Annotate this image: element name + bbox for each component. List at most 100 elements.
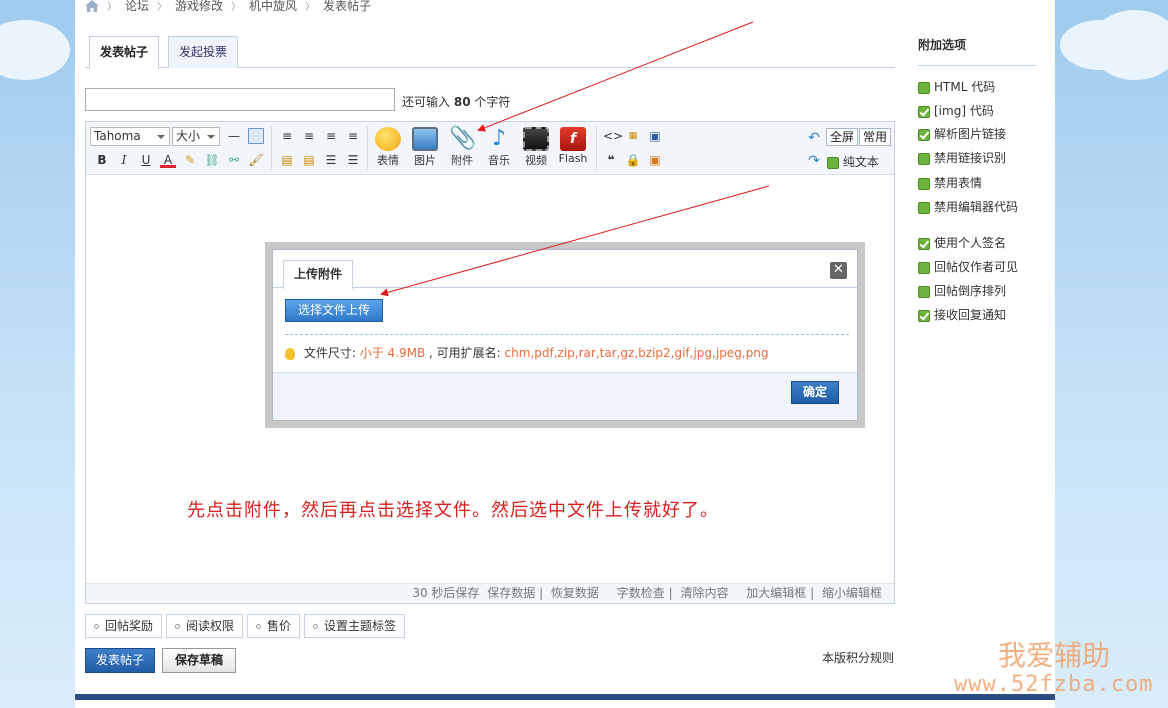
font-select-value: Tahoma [94, 129, 141, 143]
extra-options-sidebar: 附加选项 HTML 代码 [img] 代码 解析图片链接 禁用链接识别 禁用表情… [918, 38, 1036, 322]
highlight-icon[interactable]: ✎ [182, 152, 198, 168]
align-justify-icon[interactable]: ≡ [345, 128, 361, 144]
free-icon[interactable]: ▦ [625, 128, 641, 144]
option-reply-author-only[interactable]: 回帖仅作者可见 [918, 258, 1018, 275]
tab-upload-attachment[interactable]: 上传附件 [283, 260, 354, 289]
ext-value: chm,pdf,zip,rar,tar,gz,bzip2,gif,jpg,jpe… [504, 346, 769, 360]
read-permission-option[interactable]: 阅读权限 [166, 614, 244, 638]
option-reverse-replies[interactable]: 回帖倒序排列 [918, 282, 1006, 299]
table-icon[interactable] [248, 128, 264, 144]
unlink-icon[interactable]: ⚯ [226, 152, 242, 168]
bold-icon[interactable]: B [94, 152, 110, 168]
paperclip-icon: 📎 [449, 126, 477, 151]
option-label: 接收回复通知 [934, 308, 1007, 322]
size-label: 文件尺寸: [303, 346, 356, 360]
option-disable-editor-code[interactable]: 禁用编辑器代码 [918, 198, 1018, 215]
unordered-list-icon[interactable]: ☰ [345, 152, 361, 168]
flash-button[interactable]: f Flash [557, 127, 589, 165]
bullet-icon [313, 624, 319, 629]
emoticon-button[interactable]: 表情 [372, 127, 404, 168]
image-button[interactable]: 图片 [409, 127, 441, 168]
hide-icon[interactable]: 🔒 [625, 152, 641, 168]
music-button[interactable]: ♪ 音乐 [483, 127, 515, 168]
page-icon[interactable]: ▣ [647, 128, 663, 144]
post-options: 回帖奖励 阅读权限 售价 设置主题标签 [85, 614, 406, 638]
breadcrumb-item-current: 发表帖子 [323, 0, 372, 13]
breadcrumb: 〉 论坛 〉 游戏修改 〉 机中旋风 〉 发表帖子 [85, 0, 371, 14]
option-label: 售价 [267, 619, 292, 633]
quote-icon[interactable]: ❝ [603, 152, 619, 168]
pay-icon[interactable]: ▣ [647, 152, 663, 168]
plaintext-toggle[interactable]: 纯文本 [827, 153, 879, 170]
close-icon[interactable]: ✕ [830, 262, 847, 279]
option-disable-emoticons[interactable]: 禁用表情 [918, 174, 982, 191]
font-select[interactable]: Tahoma [90, 127, 170, 146]
option-img-code[interactable]: [img] 代码 [918, 102, 994, 119]
restore-data-link[interactable]: 恢复数据 [551, 586, 599, 600]
option-parse-image-links[interactable]: 解析图片链接 [918, 125, 1006, 142]
align-right-icon[interactable]: ≡ [323, 128, 339, 144]
enlarge-editor-link[interactable]: 加大编辑框 [746, 586, 806, 600]
shrink-editor-link[interactable]: 缩小编辑框 [822, 586, 882, 600]
clear-format-icon[interactable]: 🖌 [248, 152, 264, 168]
save-data-link[interactable]: 保存数据 [487, 586, 535, 600]
fullscreen-button[interactable]: 全屏 [826, 128, 859, 146]
option-label: [img] 代码 [934, 104, 994, 118]
italic-icon[interactable]: I [116, 152, 132, 168]
float-left-icon[interactable]: ▤ [279, 152, 295, 168]
breadcrumb-separator: 〉 [305, 2, 316, 13]
breadcrumb-separator: 〉 [231, 2, 242, 13]
ext-label: , 可用扩展名: [429, 346, 501, 360]
checkbox-icon [918, 201, 930, 214]
horizontal-rule-icon[interactable]: — [226, 128, 242, 144]
ordered-list-icon[interactable]: ☰ [323, 152, 339, 168]
clear-content-link[interactable]: 清除内容 [680, 586, 728, 600]
link-icon[interactable]: ⛓ [204, 152, 220, 168]
option-reply-notify[interactable]: 接收回复通知 [918, 306, 1006, 323]
video-button[interactable]: 视频 [520, 127, 552, 168]
submit-post-button[interactable]: 发表帖子 [85, 648, 155, 673]
undo-icon[interactable]: ↶ [806, 130, 822, 146]
attachment-button[interactable]: 📎 附件 [446, 127, 478, 168]
watermark-name: 我爱辅助 [998, 639, 1111, 672]
size-select-value: 大小 [176, 129, 201, 143]
breadcrumb-item-game-mod[interactable]: 游戏修改 [175, 0, 223, 14]
option-label: 回帖倒序排列 [934, 284, 1007, 298]
checkbox-icon [918, 177, 930, 190]
redo-icon[interactable]: ↷ [806, 153, 822, 169]
topic-tags-option[interactable]: 设置主题标签 [304, 614, 406, 638]
option-label: 禁用表情 [934, 176, 983, 190]
align-center-icon[interactable]: ≡ [301, 128, 317, 144]
choose-file-button[interactable]: 选择文件上传 [285, 299, 383, 322]
bullet-icon [175, 624, 181, 629]
checkbox-icon [918, 261, 930, 274]
price-option[interactable]: 售价 [247, 614, 301, 638]
save-draft-button[interactable]: 保存草稿 [162, 648, 236, 673]
page-container: 〉 论坛 〉 游戏修改 〉 机中旋风 〉 发表帖子 发表帖子 发起投票 还可输入… [75, 0, 1055, 708]
tab-new-poll[interactable]: 发起投票 [168, 36, 239, 68]
code-icon[interactable]: <> [603, 128, 623, 144]
size-select[interactable]: 大小 [172, 127, 220, 146]
title-input[interactable] [85, 88, 395, 111]
upload-dialog-frame: 上传附件 ✕ 选择文件上传 文件尺寸: 小于 4.9MB , 可用扩展名: ch… [265, 242, 865, 428]
tab-new-post[interactable]: 发表帖子 [89, 36, 160, 69]
breadcrumb-item-forum[interactable]: 论坛 [125, 0, 149, 14]
float-right-icon[interactable]: ▤ [301, 152, 317, 168]
option-use-signature[interactable]: 使用个人签名 [918, 234, 1006, 251]
common-button[interactable]: 常用 [859, 128, 892, 146]
underline-icon[interactable]: U [138, 152, 154, 168]
reply-reward-option[interactable]: 回帖奖励 [85, 614, 163, 638]
music-note-icon: ♪ [491, 126, 507, 151]
breadcrumb-item-board[interactable]: 机中旋风 [249, 0, 297, 14]
home-icon[interactable] [85, 0, 99, 12]
align-left-icon[interactable]: ≡ [279, 128, 295, 144]
option-html-code[interactable]: HTML 代码 [918, 78, 995, 95]
confirm-button[interactable]: 确定 [791, 381, 839, 404]
option-disable-link-detect[interactable]: 禁用链接识别 [918, 149, 1006, 166]
checkbox-icon [918, 152, 930, 165]
option-label: 设置主题标签 [324, 619, 397, 633]
word-count-link[interactable]: 字数检查 [617, 586, 665, 600]
font-color-icon[interactable]: A [160, 152, 176, 168]
credit-rules-link[interactable]: 本版积分规则 [822, 649, 894, 666]
dialog-footer: 确定 [273, 372, 857, 420]
